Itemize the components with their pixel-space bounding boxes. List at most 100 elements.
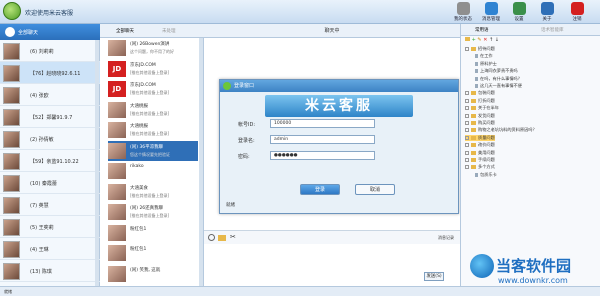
up-icon[interactable]: ↑ [489, 37, 493, 43]
contact-list-panel: 全部聊天 (6) 刘莉莉 【76】赵晓晓92.6.11 (4) 张欧 【52】郑馨91… [0, 24, 100, 286]
tree-item[interactable]: 在工作 [475, 53, 493, 59]
tab-unprocessed[interactable]: 未处理 [162, 28, 176, 34]
app-logo-icon [223, 82, 231, 90]
delete-icon[interactable]: ✕ [483, 37, 487, 43]
document-icon [475, 54, 478, 59]
conversation-item[interactable]: (闲) 笑我, 这就 [108, 264, 198, 284]
document-icon [475, 84, 478, 88]
quick-reply-tabs: 常用语 话术智能库 [461, 24, 600, 36]
conversation-item[interactable]: (闲) 26还真我聊 [推在其他设备上登录] [108, 202, 198, 222]
message-records-link[interactable]: 消息记录 [438, 235, 454, 241]
conversation-item[interactable]: 大涵美食 [推在其他设备上登录] [108, 182, 198, 202]
all-chats-item[interactable]: 全部聊天 [0, 24, 100, 40]
folder-icon[interactable] [465, 37, 470, 41]
message-input[interactable] [204, 244, 460, 286]
conversation-item[interactable]: 大涵桃报 [推在其他设备上登录] [108, 120, 198, 140]
tree-item[interactable]: 上海同衣萝贵不贵吗 [475, 68, 518, 74]
edit-icon[interactable]: ✎ [477, 37, 481, 43]
expand-icon[interactable] [465, 165, 469, 170]
contact-scrollbar[interactable] [95, 40, 99, 286]
contact-item[interactable]: (5) 王奕莉 [0, 216, 100, 238]
status-button[interactable]: 我的状态 [452, 2, 474, 22]
app-title: 欢迎使用米云客服 [25, 10, 74, 17]
logout-button[interactable]: 注销 [566, 2, 588, 22]
tab-smart-library[interactable]: 话术智能库 [541, 27, 564, 33]
tab-common-phrases[interactable]: 常用语 [475, 27, 489, 33]
conversation-item[interactable]: (闲) 36平凉我聊 您这个情况要先把验证 [108, 140, 198, 161]
tree-item[interactable]: 包装问题 [465, 90, 495, 96]
avatar [3, 87, 20, 104]
about-button[interactable]: 关于 [536, 2, 558, 22]
conversation-item[interactable]: JD 京东JD.COM [推在其他设备上登录] [108, 59, 198, 79]
tab-all-chats[interactable]: 全部聊天 [116, 28, 134, 34]
account-id-field[interactable]: 100000 [270, 119, 375, 128]
tree-item[interactable]: 多个方式 [465, 164, 495, 170]
avatar [108, 40, 126, 56]
expand-icon[interactable] [465, 106, 469, 111]
tree-item[interactable]: 改价问题 [465, 142, 495, 148]
message-manager-button[interactable]: 消息管理 [480, 2, 502, 22]
contact-item[interactable]: (7) 英慧 [0, 194, 100, 216]
tree-item[interactable]: 购物之老坑坑料的资料原因吗？ [465, 127, 537, 133]
expand-icon[interactable] [465, 158, 469, 162]
tree-item[interactable]: 购买问题 [465, 120, 495, 126]
folder-icon [471, 143, 476, 148]
contact-item[interactable]: 【52】郑馨91.9.7 [0, 106, 100, 128]
cancel-button[interactable]: 取消 [355, 184, 395, 195]
contact-item[interactable]: (13) 陈琪 [0, 260, 100, 282]
add-icon[interactable]: + [472, 37, 476, 43]
expand-icon[interactable] [465, 47, 469, 51]
expand-icon[interactable] [465, 98, 469, 103]
tree-item[interactable]: 打折问题 [465, 98, 495, 104]
folder-icon[interactable] [218, 235, 226, 241]
expand-icon[interactable] [465, 121, 469, 125]
dialog-status: 就绪 [226, 203, 235, 208]
expand-icon[interactable] [465, 150, 469, 155]
tree-item[interactable]: 美用问题 [465, 150, 495, 156]
tree-toolbar: + ✎ ✕ ↑ ↓ [461, 36, 600, 45]
title-bar: 欢迎使用米云客服 我的状态 消息管理 设置 关于 注销 [0, 0, 600, 24]
tree-item[interactable]: 关于在半年 [465, 105, 499, 111]
login-button[interactable]: 登录 [300, 184, 340, 195]
tree-item[interactable]: 手续问题 [465, 157, 495, 163]
conversation-item[interactable]: JD 京东JD.COM [推在其他设备上登录] [108, 79, 198, 99]
scissors-icon[interactable]: ✂ [230, 233, 236, 241]
down-icon[interactable]: ↓ [495, 37, 499, 43]
login-name-field[interactable]: admin [270, 135, 375, 144]
avatar [3, 65, 20, 82]
settings-button[interactable]: 设置 [508, 2, 530, 22]
contact-item[interactable]: 【76】赵晓晓92.6.11 [0, 62, 100, 84]
tree-item[interactable]: 包质乐卡 [475, 172, 497, 178]
contact-item[interactable]: (2) 孙倩敏 [0, 128, 100, 150]
tree-item[interactable]: 在吗，有什么事情吗？ [475, 76, 522, 82]
avatar [108, 122, 126, 138]
contact-item[interactable]: 【59】亲蓝91.10.22 [0, 150, 100, 172]
expand-icon[interactable] [465, 113, 469, 118]
tree-item[interactable]: 发货问题 [465, 113, 495, 119]
tree-item[interactable]: 原料护士 [475, 61, 497, 67]
document-icon [475, 61, 478, 66]
tree-item[interactable]: 质量问题 [465, 134, 495, 141]
tree-item[interactable]: 招待问题 [465, 46, 495, 52]
conversation-item[interactable]: 粉红包1 [108, 243, 198, 263]
conversation-item[interactable]: 大涵桃报 [推在其他设备上登录] [108, 100, 198, 120]
document-icon [475, 172, 478, 177]
expand-icon[interactable] [465, 91, 469, 96]
contact-item[interactable]: (4) 张欧 [0, 84, 100, 106]
expand-icon[interactable] [465, 143, 469, 148]
conversation-scrollbar[interactable] [199, 38, 203, 286]
conversation-item[interactable]: 粉红包1 [108, 223, 198, 243]
send-button[interactable]: 发送(S) [424, 272, 444, 281]
emoji-icon[interactable] [208, 234, 215, 241]
conversation-item[interactable]: (闲) 26Bowen演讲 这个问题，你不用了的好 [108, 38, 198, 58]
contact-item[interactable]: (4) 王琳 [0, 238, 100, 260]
tree-item[interactable]: 这几天一直有事情不便 [475, 83, 522, 89]
expand-icon[interactable] [465, 128, 469, 133]
conversation-item[interactable]: rikako [108, 161, 198, 181]
expand-icon[interactable] [465, 135, 469, 140]
avatar [3, 109, 20, 126]
contact-item[interactable]: (10) 秦霞蕾 [0, 172, 100, 194]
contact-item[interactable]: (6) 刘莉莉 [0, 40, 100, 62]
status-icon [456, 2, 470, 15]
password-field[interactable]: ●●●●●● [270, 151, 375, 160]
